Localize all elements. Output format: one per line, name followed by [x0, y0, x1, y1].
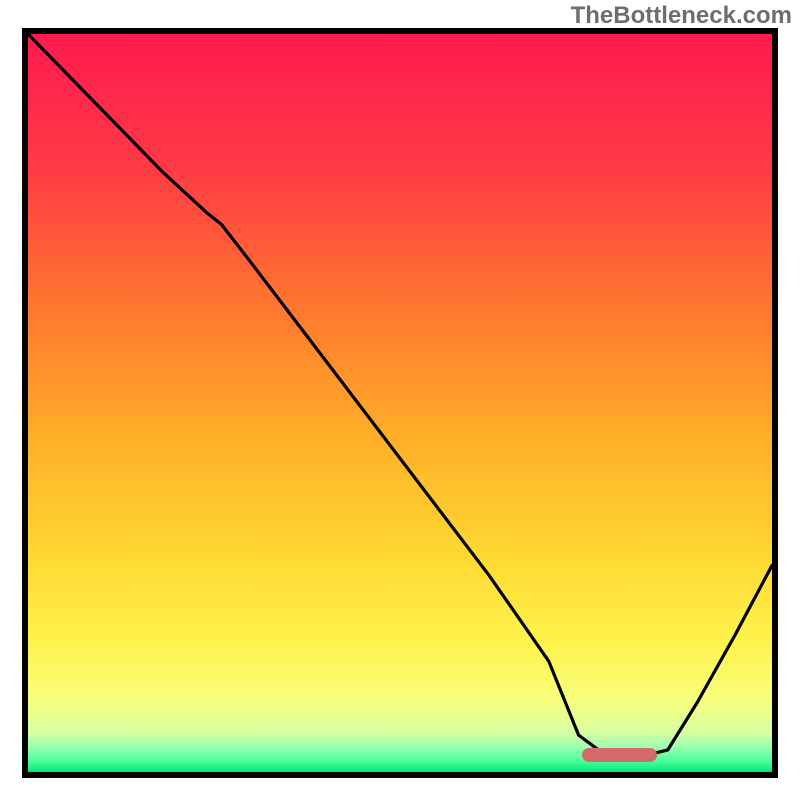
chart-container: TheBottleneck.com: [0, 0, 800, 800]
watermark-text: TheBottleneck.com: [571, 2, 792, 30]
chart-frame: [22, 28, 778, 778]
optimal-range-marker: [582, 748, 656, 762]
chart-background-gradient: [28, 34, 772, 772]
